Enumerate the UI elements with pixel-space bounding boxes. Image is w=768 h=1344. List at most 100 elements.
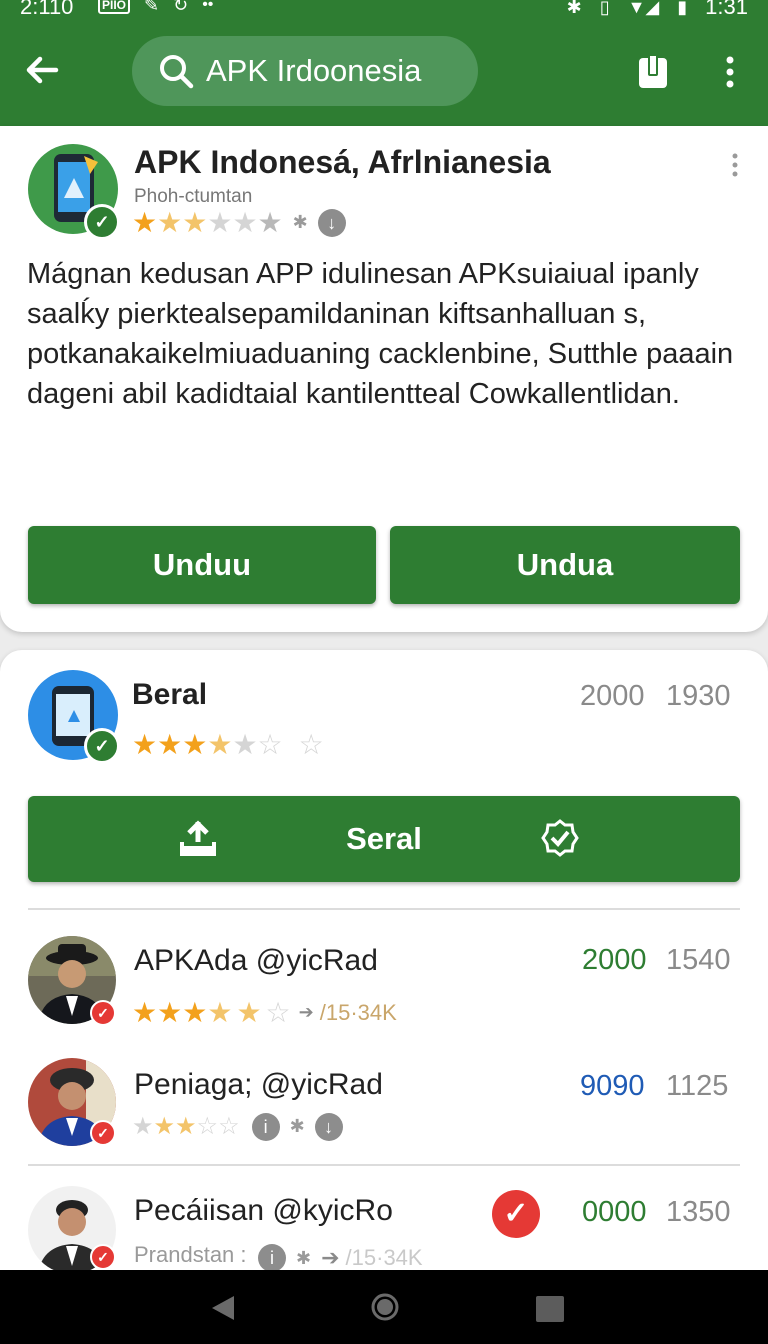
list-item-num-a: 2000	[582, 944, 647, 976]
red-check-icon: ✓	[90, 1244, 116, 1270]
status-notification-icons: PIIO ✎ ↻ ••	[98, 0, 213, 14]
nav-recents-icon[interactable]	[536, 1296, 564, 1322]
arrow-back-icon	[26, 56, 59, 84]
list-top-num-a: 2000	[580, 680, 645, 712]
list-item-extra: i ✱ ➔ /15·34K	[258, 1244, 423, 1272]
info-circle-icon: i	[251, 1112, 280, 1141]
system-nav-bar	[0, 1270, 768, 1344]
red-check-icon: ✓	[90, 1120, 116, 1146]
star-icon: ☆	[257, 729, 283, 760]
verified-badge-icon	[541, 819, 579, 857]
status-app-icon: ✎	[144, 0, 160, 15]
featured-app-subtitle: Phoh-ctumtan	[134, 186, 253, 207]
star-icon: ★	[132, 207, 158, 238]
star-icon: ★	[157, 207, 183, 238]
more-vert-icon	[726, 56, 734, 88]
star-icon: ★	[175, 1113, 197, 1140]
share-button[interactable]	[636, 52, 670, 92]
list-item-meta: Prandstan :	[134, 1242, 247, 1267]
search-query: APK Irdoonesia	[206, 53, 422, 88]
back-button[interactable]	[22, 50, 70, 94]
bluetooth-icon: ✱	[566, 0, 582, 17]
featured-rating: ★ ★ ★ ★ ★ ★ ✱ ↓	[132, 206, 346, 239]
list-top-num-b: 1930	[666, 680, 731, 712]
status-time-left: 2:110	[20, 0, 74, 19]
star-icon: ★	[157, 729, 183, 760]
status-sync-icon: ↻	[173, 0, 189, 15]
list-top-action-button[interactable]: Seral	[28, 796, 740, 882]
star-icon: ★	[132, 997, 158, 1028]
signal-icon: ▼◢	[627, 0, 660, 17]
status-more-icon: ••	[202, 0, 214, 13]
clipboard-icon	[639, 54, 667, 88]
star-icon: ★	[132, 729, 158, 760]
verified-check-icon: ✓	[84, 204, 120, 240]
download-tray-icon	[180, 820, 216, 856]
list-item-meta-2: /15·34K	[345, 1245, 423, 1270]
verified-check-icon: ✓	[84, 728, 120, 764]
red-check-icon: ✓	[90, 1000, 116, 1026]
list-top-app-icon: ✓	[28, 670, 120, 764]
shuffle-icon: ➔	[321, 1245, 340, 1270]
list-item-name: APKAda @yicRad	[134, 944, 378, 977]
download-circle-icon: ↓	[317, 208, 346, 237]
card-more-icon[interactable]	[728, 152, 742, 178]
star-icon: ★	[257, 207, 283, 238]
info-circle-icon: i	[258, 1244, 286, 1272]
list-top-rating: ★ ★ ★ ★ ★ ☆ ☆	[132, 728, 324, 761]
status-time-right: 1:31	[705, 0, 748, 19]
star-icon: ★	[232, 729, 258, 760]
featured-app-title: APK Indonesá, Afrlnianesia	[134, 144, 551, 180]
star-icon: ★	[182, 729, 208, 760]
more-options-button[interactable]	[716, 52, 744, 92]
featured-app-card: ✓ APK Indonesá, Afrlnianesia Phoh-ctumta…	[0, 126, 768, 632]
list-item-num-b: 1125	[666, 1070, 729, 1102]
shuffle-icon: ➔	[298, 1002, 314, 1022]
star-icon: ★	[157, 997, 183, 1028]
star-icon: ★	[207, 207, 233, 238]
star-icon: ☆	[196, 1113, 219, 1140]
star-icon: ★	[207, 997, 233, 1028]
vibrate-icon: ▯	[599, 0, 610, 17]
battery-icon: ▮	[677, 0, 688, 17]
star-icon: ★	[182, 207, 208, 238]
download-button-left[interactable]: Unduu	[28, 526, 376, 604]
list-item-rating: ★ ★ ★ ☆ ☆ i ✱ ↓	[132, 1112, 343, 1141]
star-icon: ★	[236, 997, 262, 1028]
list-item-num-b: 1350	[666, 1196, 731, 1228]
list-top-action-label: Seral	[346, 821, 422, 856]
download-circle-icon: ↓	[314, 1112, 343, 1141]
star-icon: ☆	[265, 997, 291, 1028]
app-bar: APK Irdoonesia	[0, 22, 768, 126]
separator-dot-icon: ✱	[296, 1247, 312, 1268]
list-item-num-a: 9090	[580, 1070, 645, 1102]
nav-back-icon[interactable]	[210, 1294, 236, 1322]
star-icon: ★	[207, 729, 233, 760]
star-icon: ★	[182, 997, 208, 1028]
featured-description: Mágnan kedusan APP idulinesan APKsuiaiua…	[27, 258, 734, 410]
search-bar[interactable]: APK Irdoonesia	[132, 36, 478, 106]
separator-dot-icon: ✱	[292, 212, 308, 232]
featured-app-icon: ✓	[28, 144, 120, 240]
separator-dot-icon: ✱	[289, 1116, 305, 1136]
list-item-name: Peniaga; @yicRad	[134, 1068, 383, 1101]
list-item-num-b: 1540	[666, 944, 731, 976]
list-top-app-name: Beral	[132, 678, 208, 711]
star-icon: ☆	[298, 729, 324, 760]
star-icon: ★	[132, 1113, 154, 1140]
list-item-meta: /15·34K	[319, 999, 397, 1025]
app-list-card: ✓ Beral 2000 1930 ★ ★ ★ ★ ★ ☆ ☆ Seral ✓ …	[0, 650, 768, 1274]
status-bar: 2:110 PIIO ✎ ↻ •• ✱ ▯ ▼◢ ▮ 1:31	[0, 0, 768, 22]
status-badge-icon: PIIO	[98, 0, 131, 14]
list-item-name: Pecáiisan @kyicRo	[134, 1194, 393, 1227]
verified-red-icon: ✓	[492, 1190, 540, 1238]
list-item-rating: ★ ★ ★ ★ ★ ☆ ➔ /15·34K	[132, 996, 397, 1029]
status-system-icons: ✱ ▯ ▼◢ ▮ 1:31	[566, 0, 748, 19]
star-icon: ★	[153, 1113, 176, 1140]
list-divider	[28, 908, 740, 910]
search-icon	[160, 55, 194, 89]
download-button-right[interactable]: Undua	[390, 526, 740, 604]
star-icon: ★	[232, 207, 258, 238]
star-icon: ☆	[218, 1113, 240, 1140]
nav-home-icon[interactable]	[370, 1292, 400, 1322]
